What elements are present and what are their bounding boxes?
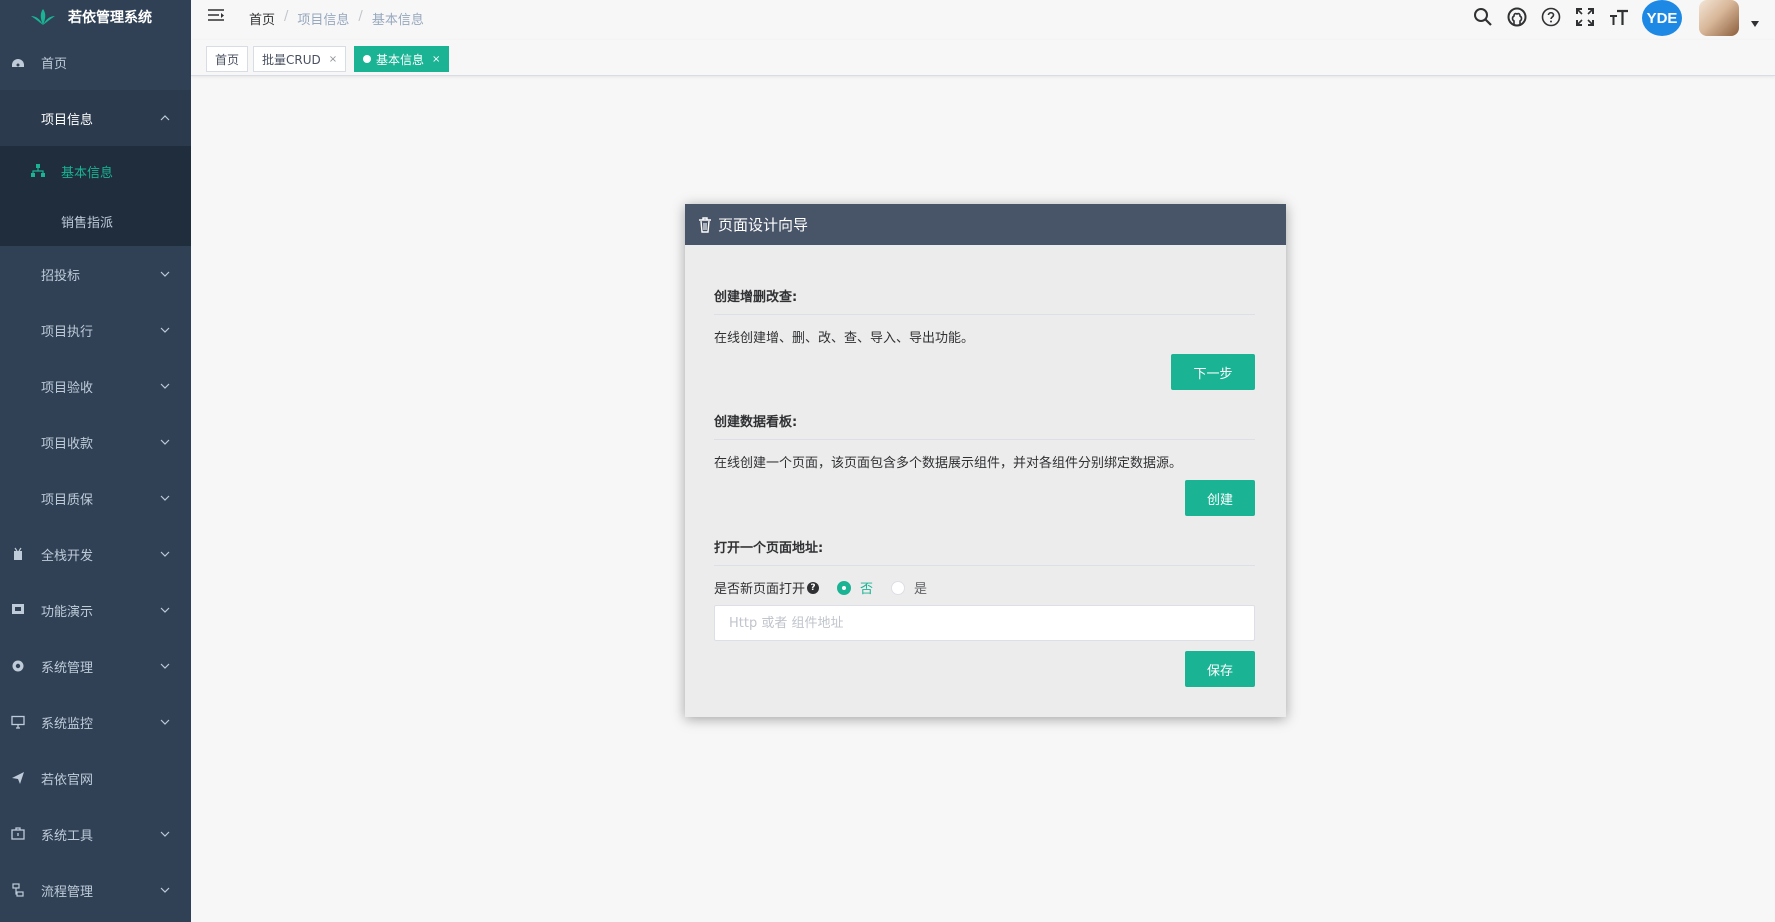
search-icon[interactable] (1472, 6, 1494, 28)
radio-label: 是 (914, 582, 928, 597)
sidebar-item-label: 项目信息 (41, 112, 94, 128)
app-title: 若依管理系统 (68, 10, 152, 26)
sidebar-item-official-site[interactable]: 若依官网 (0, 750, 191, 806)
sidebar-item-system-tools[interactable]: 系统工具 (0, 806, 191, 862)
board-section-desc: 在线创建一个页面，该页面包含多个数据展示组件，并对各组件分别绑定数据源。 (714, 456, 1183, 471)
dialog-header: 页面设计向导 (685, 204, 1286, 245)
sidebar-item-project-info[interactable]: 项目信息 (0, 90, 191, 146)
tag-close-icon[interactable]: × (329, 54, 337, 65)
sidebar-item-basic-info[interactable]: 基本信息 (0, 146, 191, 196)
create-button[interactable]: 创建 (1185, 480, 1255, 516)
tag-batch-crud[interactable]: 批量CRUD × (253, 46, 347, 72)
sidebar-item-demo[interactable]: 功能演示 (0, 582, 191, 638)
sidebar-item-home[interactable]: 首页 (0, 34, 191, 90)
chevron-down-icon (160, 831, 170, 837)
fullscreen-icon[interactable] (1574, 6, 1596, 28)
radio-circle[interactable] (837, 580, 852, 595)
chevron-down-icon (160, 663, 170, 669)
sidebar-item-project-execution[interactable]: 项目执行 (0, 302, 191, 358)
chevron-down-icon (160, 719, 170, 725)
example-icon (12, 604, 24, 614)
crud-section-desc: 在线创建增、删、改、查、导入、导出功能。 (714, 331, 975, 346)
page-design-wizard-dialog: 页面设计向导 创建增删改查: 在线创建增、删、改、查、导入、导出功能。 下一步 … (685, 204, 1286, 717)
sidebar-item-bidding[interactable]: 招投标 (0, 246, 191, 302)
sidebar-item-label: 若依官网 (41, 772, 94, 788)
save-button[interactable]: 保存 (1185, 651, 1255, 687)
tag-label: 批量CRUD (262, 52, 321, 67)
navbar: 首页 / 项目信息 / 基本信息 YDE (191, 0, 1775, 36)
tag-label: 首页 (215, 52, 240, 67)
tree-icon (31, 164, 45, 177)
chevron-down-icon (160, 495, 170, 501)
chevron-down-icon (160, 551, 170, 557)
user-badge[interactable]: YDE (1642, 0, 1682, 36)
sidebar-item-project-warranty[interactable]: 项目质保 (0, 470, 191, 526)
chevron-down-icon (160, 439, 170, 445)
app-logo[interactable]: 若依管理系统 (0, 0, 191, 34)
sidebar-item-label: 项目验收 (41, 380, 94, 396)
tag-close-icon[interactable]: × (432, 54, 440, 65)
radio-yes[interactable]: 是 (891, 578, 927, 597)
dashboard-icon (12, 59, 24, 67)
right-menu: YDE (191, 0, 1775, 36)
sidebar-item-label: 销售指派 (61, 215, 114, 231)
new-window-label: 是否新页面打开 (714, 582, 806, 597)
sidebar-item-label: 系统管理 (41, 660, 94, 676)
chevron-down-icon (160, 271, 170, 277)
sidebar-item-label: 项目收款 (41, 436, 94, 452)
radio-no[interactable]: 否 (837, 578, 873, 597)
sidebar-item-label: 功能演示 (41, 604, 94, 620)
chevron-down-icon (160, 383, 170, 389)
monitor-icon (11, 715, 25, 729)
board-section-title: 创建数据看板: (714, 411, 1255, 440)
tool-icon (11, 827, 25, 840)
sidebar: 若依管理系统 首页 项目信息 基本信息 销售指派 招投标 项目执行 项目验收 项… (0, 0, 191, 922)
sidebar-item-label: 基本信息 (61, 165, 114, 181)
tag-basic-info[interactable]: 基本信息 × (354, 46, 450, 72)
sidebar-item-system-management[interactable]: 系统管理 (0, 638, 191, 694)
dialog-title: 页面设计向导 (718, 216, 809, 234)
sidebar-item-label: 流程管理 (41, 884, 94, 900)
font-size-icon[interactable] (1608, 6, 1630, 28)
chevron-down-icon (160, 887, 170, 893)
tag-home[interactable]: 首页 (206, 46, 249, 72)
tags-view: 首页 批量CRUD × 基本信息 × (191, 40, 1775, 76)
avatar[interactable] (1699, 0, 1739, 36)
chevron-down-icon (160, 607, 170, 613)
lotus-logo-icon (31, 9, 55, 25)
trash-icon (699, 216, 711, 233)
url-input[interactable] (714, 605, 1255, 641)
next-step-button[interactable]: 下一步 (1171, 354, 1255, 390)
question-circle-icon[interactable]: ? (807, 581, 820, 594)
help-icon[interactable] (1540, 6, 1562, 28)
sidebar-item-project-payment[interactable]: 项目收款 (0, 414, 191, 470)
crud-section-title: 创建增删改查: (714, 286, 1255, 315)
active-dot-icon (363, 55, 371, 63)
github-icon[interactable] (1506, 6, 1528, 28)
send-icon (12, 772, 24, 784)
tag-label: 基本信息 (376, 52, 425, 67)
sidebar-item-workflow[interactable]: 流程管理 (0, 862, 191, 918)
caret-down-icon[interactable] (1751, 21, 1759, 27)
sidebar-item-label: 项目质保 (41, 492, 94, 508)
open-page-section-title: 打开一个页面地址: (714, 537, 1255, 566)
sidebar-item-system-monitor[interactable]: 系统监控 (0, 694, 191, 750)
sidebar-item-label: 系统监控 (41, 716, 94, 732)
sidebar-item-project-acceptance[interactable]: 项目验收 (0, 358, 191, 414)
sidebar-item-label: 全栈开发 (41, 548, 94, 564)
sidebar-item-label: 系统工具 (41, 828, 94, 844)
new-window-option: 是否新页面打开 ? 否 是 (714, 578, 945, 597)
sidebar-item-sales-assign[interactable]: 销售指派 (0, 196, 191, 246)
sidebar-item-fullstack[interactable]: 全栈开发 (0, 526, 191, 582)
sidebar-item-label: 招投标 (41, 268, 81, 284)
flow-icon (12, 883, 24, 897)
sidebar-item-label: 首页 (41, 56, 68, 72)
gear-icon (12, 660, 24, 672)
radio-circle[interactable] (891, 580, 906, 595)
sidebar-item-label: 项目执行 (41, 324, 94, 340)
chevron-down-icon (160, 327, 170, 333)
radio-label: 否 (860, 582, 874, 597)
chevron-up-icon (160, 115, 170, 121)
code-icon (14, 547, 22, 560)
